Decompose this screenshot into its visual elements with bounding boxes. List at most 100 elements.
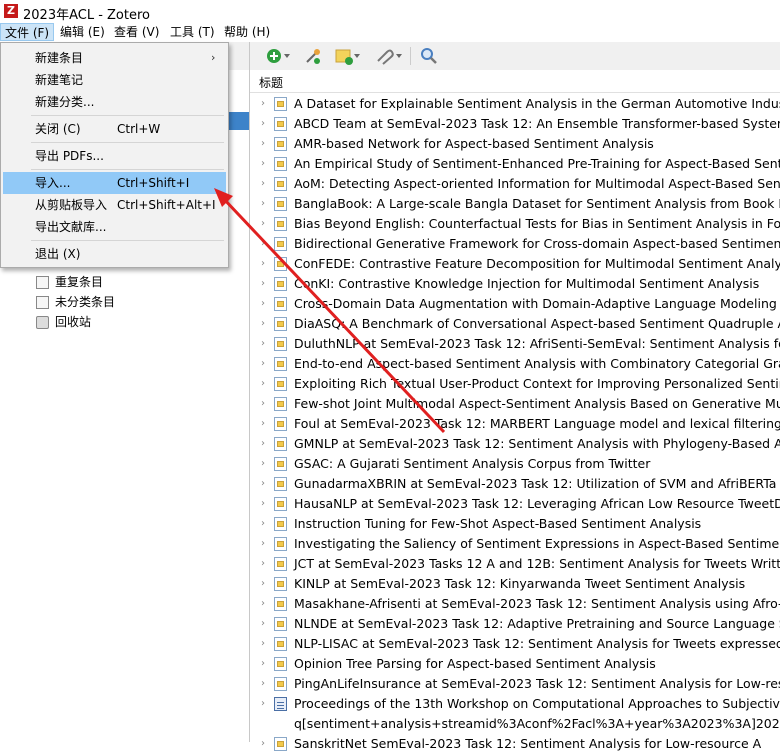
chevron-right-icon[interactable]: ›: [261, 654, 265, 674]
menu-help[interactable]: 帮助 (H): [220, 23, 274, 41]
new-note-button[interactable]: [334, 47, 362, 65]
menu-tools[interactable]: 工具 (T): [166, 23, 219, 41]
items-column-header[interactable]: 标题: [250, 70, 780, 93]
item-row[interactable]: › Bias Beyond English: Counterfactual Tes…: [250, 214, 780, 234]
chevron-right-icon[interactable]: ›: [261, 674, 265, 694]
chevron-right-icon[interactable]: ›: [261, 394, 265, 414]
chevron-right-icon[interactable]: ›: [261, 374, 265, 394]
items-list: › A Dataset for Explainable Sentiment Ana…: [250, 94, 780, 754]
item-row[interactable]: › DuluthNLP at SemEval-2023 Task 12: Afri…: [250, 334, 780, 354]
item-row[interactable]: › BanglaBook: A Large-scale Bangla Datase…: [250, 194, 780, 214]
journal-article-icon: [274, 737, 287, 751]
item-row[interactable]: › Opinion Tree Parsing for Aspect-based S…: [250, 654, 780, 674]
item-row[interactable]: › NLP-LISAC at SemEval-2023 Task 12: Sent…: [250, 634, 780, 654]
chevron-right-icon[interactable]: ›: [261, 234, 265, 254]
new-item-button[interactable]: [266, 47, 292, 65]
chevron-right-icon[interactable]: ›: [261, 474, 265, 494]
chevron-right-icon[interactable]: ›: [261, 694, 265, 714]
chevron-right-icon[interactable]: ›: [261, 534, 265, 554]
chevron-right-icon[interactable]: ›: [261, 274, 265, 294]
chevron-right-icon[interactable]: ›: [261, 214, 265, 234]
menu-separator: [31, 142, 224, 143]
menu-item-new-item[interactable]: 新建条目 ›: [3, 47, 226, 69]
item-row[interactable]: › Investigating the Saliency of Sentiment…: [250, 534, 780, 554]
chevron-right-icon[interactable]: ›: [261, 194, 265, 214]
chevron-right-icon[interactable]: ›: [261, 314, 265, 334]
menu-item-close[interactable]: 关闭 (C) Ctrl+W: [3, 118, 226, 140]
journal-article-icon: [274, 157, 287, 171]
menu-item-import[interactable]: 导入... Ctrl+Shift+I: [3, 172, 226, 194]
chevron-right-icon[interactable]: ›: [261, 354, 265, 374]
collection-unfiled[interactable]: 未分类条目: [36, 292, 115, 312]
menu-edit[interactable]: 编辑 (E): [56, 23, 109, 41]
menu-item-quit[interactable]: 退出 (X): [3, 243, 226, 265]
add-by-identifier-button[interactable]: [304, 47, 322, 65]
item-row[interactable]: › Few-shot Joint Multimodal Aspect-Sentim…: [250, 394, 780, 414]
item-row[interactable]: › SanskritNet SemEval-2023 Task 12: Senti…: [250, 734, 780, 754]
item-row[interactable]: › JCT at SemEval-2023 Tasks 12 A and 12B:…: [250, 554, 780, 574]
menu-item-export-library[interactable]: 导出文献库...: [3, 216, 226, 238]
item-row[interactable]: › Masakhane-Afrisenti at SemEval-2023 Tas…: [250, 594, 780, 614]
menu-view[interactable]: 查看 (V): [110, 23, 163, 41]
menu-item-new-collection[interactable]: 新建分类...: [3, 91, 226, 113]
item-row[interactable]: › GunadarmaXBRIN at SemEval-2023 Task 12:…: [250, 474, 780, 494]
chevron-right-icon[interactable]: ›: [261, 454, 265, 474]
chevron-right-icon[interactable]: ›: [261, 294, 265, 314]
attachment-button[interactable]: [374, 47, 404, 65]
item-row[interactable]: › End-to-end Aspect-based Sentiment Analy…: [250, 354, 780, 374]
chevron-right-icon[interactable]: ›: [261, 94, 265, 114]
item-row[interactable]: › GSAC: A Gujarati Sentiment Analysis Cor…: [250, 454, 780, 474]
chevron-right-icon[interactable]: ›: [261, 154, 265, 174]
item-row[interactable]: › Proceedings of the 13th Workshop on Com…: [250, 694, 780, 714]
menu-item-new-note[interactable]: 新建笔记: [3, 69, 226, 91]
collection-trash[interactable]: 回收站: [36, 312, 91, 332]
chevron-right-icon[interactable]: ›: [261, 614, 265, 634]
chevron-right-icon[interactable]: ›: [261, 734, 265, 754]
item-row[interactable]: › GMNLP at SemEval-2023 Task 12: Sentimen…: [250, 434, 780, 454]
item-row[interactable]: › KINLP at SemEval-2023 Task 12: Kinyarwa…: [250, 574, 780, 594]
chevron-right-icon[interactable]: ›: [261, 414, 265, 434]
menu-item-export-pdfs[interactable]: 导出 PDFs...: [3, 145, 226, 167]
collection-duplicates[interactable]: 重复条目: [36, 272, 103, 292]
chevron-right-icon[interactable]: ›: [261, 634, 265, 654]
item-row[interactable]: › AMR-based Network for Aspect-based Sent…: [250, 134, 780, 154]
toolbar-separator: [410, 47, 411, 65]
item-row[interactable]: › ABCD Team at SemEval-2023 Task 12: An E…: [250, 114, 780, 134]
item-row[interactable]: › Exploiting Rich Textual User-Product Co…: [250, 374, 780, 394]
chevron-right-icon[interactable]: ›: [261, 574, 265, 594]
journal-article-icon: [274, 377, 287, 391]
journal-article-icon: [274, 277, 287, 291]
column-title-header[interactable]: 标题: [259, 74, 283, 91]
chevron-right-icon[interactable]: ›: [261, 174, 265, 194]
item-title: Opinion Tree Parsing for Aspect-based Se…: [294, 656, 656, 671]
search-icon[interactable]: [420, 47, 438, 65]
item-row[interactable]: q[sentiment+analysis+streamid%3Aconf%2Fa…: [250, 714, 780, 734]
chevron-right-icon[interactable]: ›: [261, 594, 265, 614]
item-title: Masakhane-Afrisenti at SemEval-2023 Task…: [294, 596, 780, 611]
chevron-right-icon[interactable]: ›: [261, 114, 265, 134]
chevron-right-icon[interactable]: ›: [261, 514, 265, 534]
item-title: ConKI: Contrastive Knowledge Injection f…: [294, 276, 760, 291]
item-row[interactable]: › HausaNLP at SemEval-2023 Task 12: Lever…: [250, 494, 780, 514]
chevron-right-icon[interactable]: ›: [261, 434, 265, 454]
item-row[interactable]: › Instruction Tuning for Few-Shot Aspect-…: [250, 514, 780, 534]
item-title: KINLP at SemEval-2023 Task 12: Kinyarwan…: [294, 576, 746, 591]
item-row[interactable]: › Bidirectional Generative Framework for …: [250, 234, 780, 254]
chevron-right-icon[interactable]: ›: [261, 254, 265, 274]
chevron-right-icon[interactable]: ›: [261, 334, 265, 354]
menu-item-import-from-clipboard[interactable]: 从剪贴板导入 Ctrl+Shift+Alt+I: [3, 194, 226, 216]
chevron-right-icon[interactable]: ›: [261, 554, 265, 574]
chevron-right-icon[interactable]: ›: [261, 494, 265, 514]
item-row[interactable]: › AoM: Detecting Aspect-oriented Informat…: [250, 174, 780, 194]
item-row[interactable]: › DiaASQ: A Benchmark of Conversational A…: [250, 314, 780, 334]
item-row[interactable]: › Cross-Domain Data Augmentation with Dom…: [250, 294, 780, 314]
item-row[interactable]: › An Empirical Study of Sentiment-Enhance…: [250, 154, 780, 174]
item-row[interactable]: › PingAnLifeInsurance at SemEval-2023 Tas…: [250, 674, 780, 694]
item-row[interactable]: › NLNDE at SemEval-2023 Task 12: Adaptive…: [250, 614, 780, 634]
menu-file[interactable]: 文件 (F): [0, 23, 55, 41]
chevron-right-icon[interactable]: ›: [261, 134, 265, 154]
item-row[interactable]: › ConFEDE: Contrastive Feature Decomposit…: [250, 254, 780, 274]
item-row[interactable]: › Foul at SemEval-2023 Task 12: MARBERT L…: [250, 414, 780, 434]
item-row[interactable]: › A Dataset for Explainable Sentiment Ana…: [250, 94, 780, 114]
item-row[interactable]: › ConKI: Contrastive Knowledge Injection …: [250, 274, 780, 294]
